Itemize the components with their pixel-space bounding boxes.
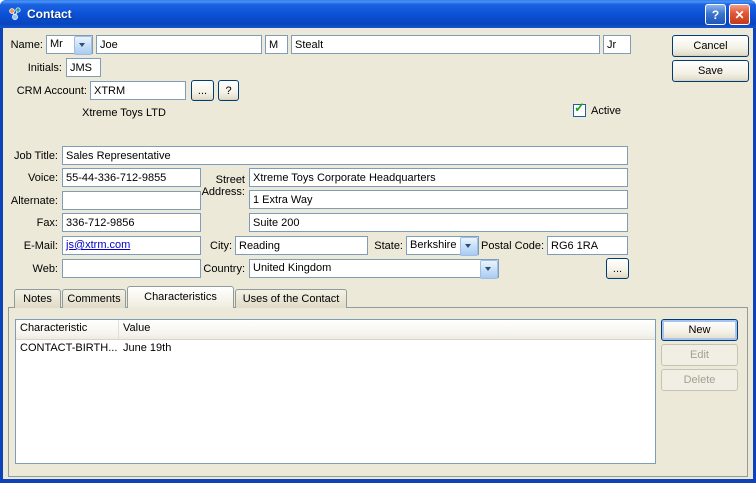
job-title-label: Job Title: [13, 150, 58, 162]
voice-label: Voice: [28, 172, 58, 184]
dropdown-button[interactable] [480, 260, 498, 279]
chevron-down-icon [485, 267, 491, 271]
new-button[interactable]: New [661, 319, 738, 341]
country-select[interactable]: United Kingdom [249, 259, 499, 279]
characteristics-table: Characteristic Value CONTACT-BIRTH... Ju… [15, 319, 656, 464]
country-browse-button[interactable]: ... [606, 258, 629, 279]
tab-uses-of-the-contact[interactable]: Uses of the Contact [235, 289, 347, 308]
fax-label: Fax: [36, 217, 58, 229]
street-address-line1-input[interactable] [249, 168, 628, 187]
table-header: Characteristic Value [16, 320, 655, 340]
web-label: Web: [32, 263, 58, 275]
checkmark-icon: ✓ [574, 100, 585, 115]
crm-account-label: CRM Account: [16, 85, 87, 97]
initials-label: Initials: [27, 62, 62, 74]
voice-input[interactable] [62, 168, 201, 187]
cancel-button[interactable]: Cancel [672, 35, 749, 57]
street-address-line3-input[interactable] [249, 213, 628, 232]
email-label: E-Mail: [23, 240, 58, 252]
email-field[interactable]: js@xtrm.com [62, 236, 201, 255]
contact-window: Contact ? ✕ Name: Mr Cancel Save Initial… [0, 0, 756, 483]
contact-icon [9, 7, 21, 20]
city-input[interactable] [235, 236, 368, 255]
tab-notes[interactable]: Notes [14, 289, 61, 308]
table-row[interactable]: CONTACT-BIRTH... June 19th [16, 340, 655, 358]
window-title: Contact [27, 7, 72, 21]
name-prefix-value: Mr [50, 38, 63, 50]
chevron-down-icon [465, 244, 471, 248]
state-value: Berkshire [410, 239, 457, 251]
save-button[interactable]: Save [672, 60, 749, 82]
first-name-input[interactable] [96, 35, 262, 54]
city-label: City: [210, 240, 232, 252]
web-input[interactable] [62, 259, 201, 278]
email-link[interactable]: js@xtrm.com [66, 239, 130, 251]
state-label: State: [374, 240, 403, 252]
street-address-line2-input[interactable] [249, 190, 628, 209]
column-header-value[interactable]: Value [119, 320, 655, 339]
name-prefix-select[interactable]: Mr [46, 35, 93, 55]
cell-value: June 19th [123, 342, 172, 354]
chevron-down-icon [79, 43, 85, 47]
tab-characteristics[interactable]: Characteristics [127, 286, 234, 308]
crm-help-button[interactable]: ? [218, 80, 239, 101]
delete-button: Delete [661, 369, 738, 391]
alternate-label: Alternate: [10, 195, 58, 207]
country-label: Country: [203, 263, 245, 275]
country-value: United Kingdom [253, 262, 332, 274]
street-address-label: Street Address: [201, 174, 245, 198]
name-label: Name: [10, 39, 43, 51]
initials-input[interactable] [66, 58, 101, 77]
crm-account-display-name: Xtreme Toys LTD [82, 107, 166, 119]
alternate-input[interactable] [62, 191, 201, 210]
postal-code-input[interactable] [547, 236, 628, 255]
job-title-input[interactable] [62, 146, 628, 165]
help-button[interactable]: ? [705, 4, 726, 25]
titlebar[interactable]: Contact ? ✕ [0, 0, 756, 28]
close-button[interactable]: ✕ [729, 4, 750, 25]
suffix-input[interactable] [603, 35, 631, 54]
middle-initial-input[interactable] [265, 35, 288, 54]
postal-code-label: Postal Code: [481, 240, 544, 252]
crm-browse-button[interactable]: ... [191, 80, 214, 101]
last-name-input[interactable] [291, 35, 600, 54]
state-select[interactable]: Berkshire [406, 236, 479, 256]
tab-comments[interactable]: Comments [62, 289, 126, 308]
active-checkbox[interactable]: ✓ [573, 100, 586, 117]
column-header-characteristic[interactable]: Characteristic [16, 320, 119, 339]
fax-input[interactable] [62, 213, 201, 232]
crm-account-input[interactable] [90, 81, 186, 100]
dropdown-button[interactable] [74, 36, 92, 55]
active-label: Active [591, 105, 621, 117]
dropdown-button[interactable] [460, 237, 478, 256]
edit-button: Edit [661, 344, 738, 366]
cell-characteristic: CONTACT-BIRTH... [20, 342, 118, 354]
